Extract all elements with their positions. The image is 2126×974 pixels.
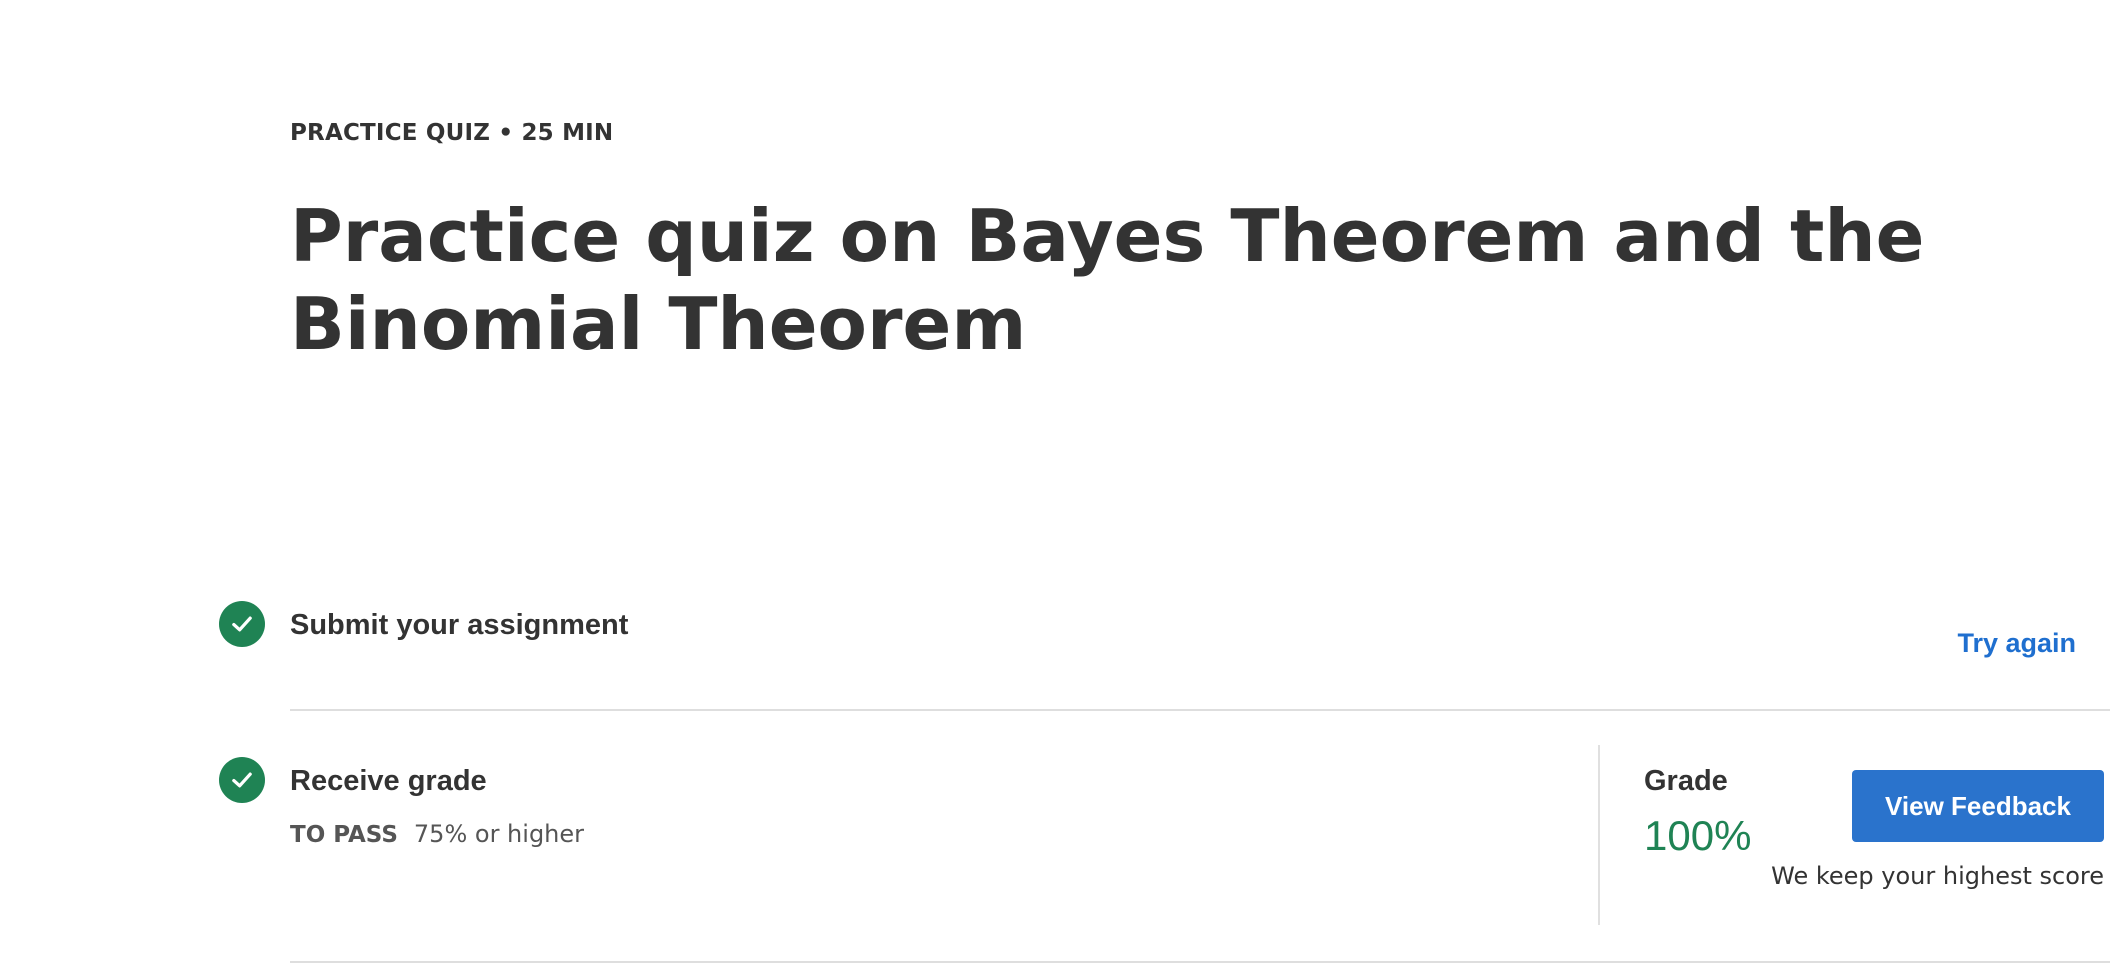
section-divider [290, 709, 2110, 711]
page-title: Practice quiz on Bayes Theorem and the B… [290, 194, 1925, 366]
grade-label: Grade [1644, 765, 1728, 797]
check-circle-icon [219, 601, 265, 647]
section-divider [290, 961, 2110, 963]
check-circle-icon [219, 757, 265, 803]
quiz-page: PRACTICE QUIZ • 25 MIN Practice quiz on … [0, 0, 2126, 974]
view-feedback-button[interactable]: View Feedback [1852, 770, 2104, 842]
submit-step-title: Submit your assignment [290, 609, 629, 641]
grade-value: 100% [1644, 812, 1752, 859]
to-pass-label: TO PASS [290, 822, 398, 848]
receive-grade-title: Receive grade [290, 765, 487, 797]
highest-score-note: We keep your highest score [1771, 862, 2104, 890]
try-again-link[interactable]: Try again [1957, 628, 2076, 659]
item-type-label: PRACTICE QUIZ • 25 MIN [290, 120, 614, 146]
pass-requirement: TO PASS 75% or higher [290, 820, 584, 848]
grade-divider [1598, 745, 1600, 925]
to-pass-value: 75% or higher [413, 820, 585, 848]
